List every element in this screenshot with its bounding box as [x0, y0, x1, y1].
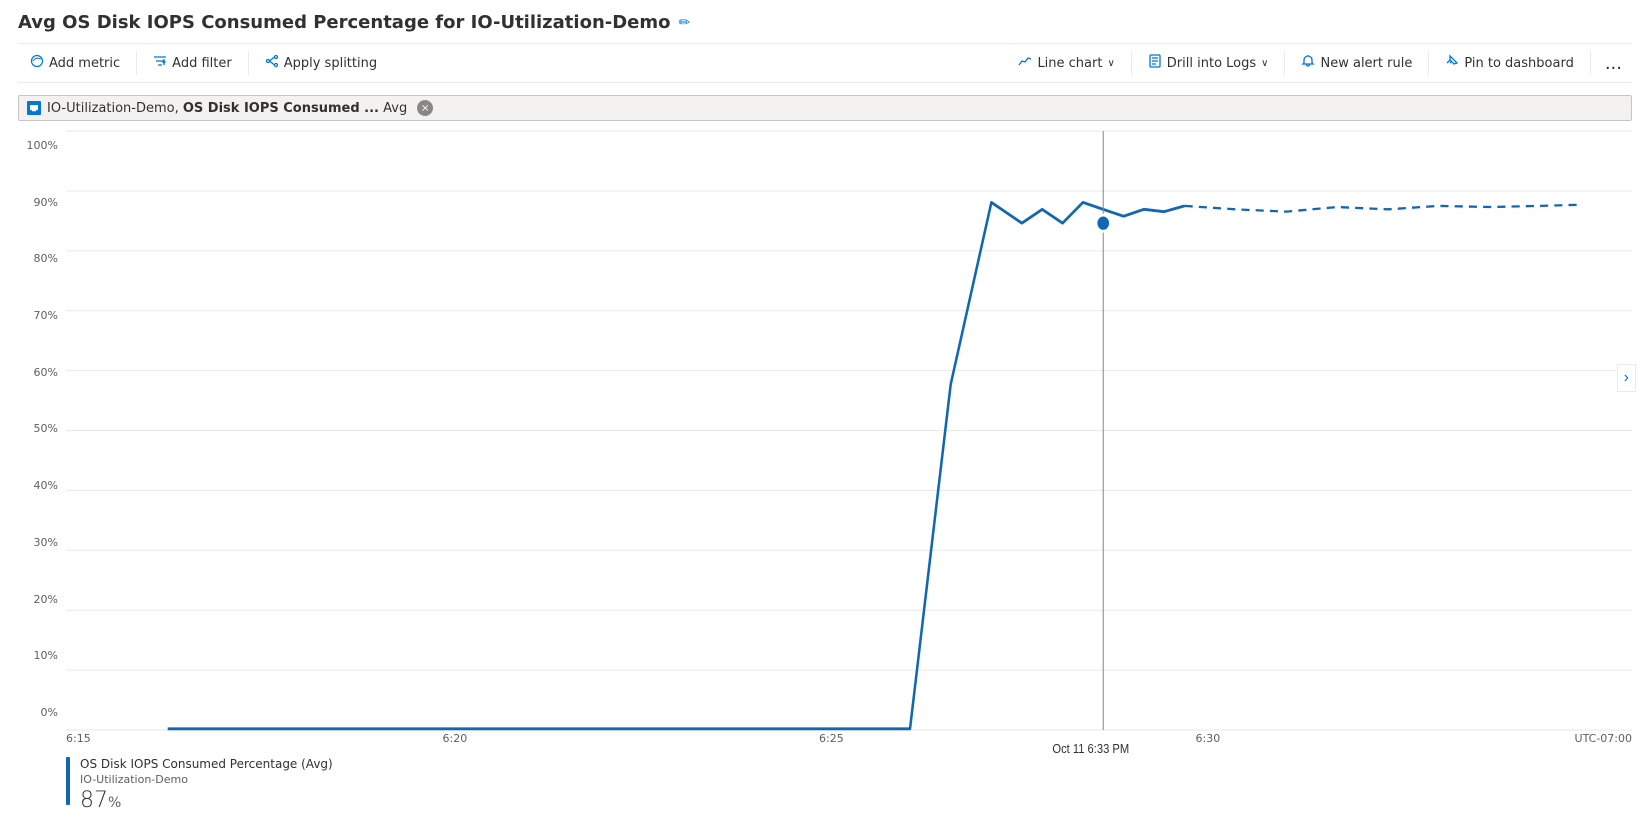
toolbar-right: Line chart ∨ Drill into Logs ∨ New alert… — [1006, 48, 1632, 78]
drill-logs-chevron: ∨ — [1261, 58, 1268, 69]
new-alert-label: New alert rule — [1320, 56, 1412, 71]
chart-area: 100% 90% 80% 70% 60% 50% 40% 30% 20% 10%… — [18, 131, 1632, 749]
legend-value: 87% — [80, 788, 333, 813]
metric-tag-close-button[interactable]: × — [417, 100, 433, 116]
add-filter-icon — [153, 54, 167, 72]
new-alert-icon — [1301, 54, 1315, 72]
y-label-10: 10% — [34, 649, 58, 662]
line-chart-icon — [1018, 54, 1032, 72]
metric-tag: IO-Utilization-Demo, OS Disk IOPS Consum… — [18, 95, 1632, 121]
y-label-50: 50% — [34, 422, 58, 435]
y-label-90: 90% — [34, 196, 58, 209]
add-filter-label: Add filter — [172, 56, 232, 71]
x-label-620: 6:20 — [443, 732, 468, 745]
pin-dashboard-label: Pin to dashboard — [1464, 56, 1574, 71]
edit-icon[interactable]: ✏ — [679, 15, 691, 31]
pin-icon — [1445, 54, 1459, 72]
apply-splitting-icon — [265, 54, 279, 72]
apply-splitting-label: Apply splitting — [284, 56, 377, 71]
line-chart-label: Line chart — [1037, 56, 1102, 71]
add-metric-label: Add metric — [49, 56, 120, 71]
separator-5 — [1428, 51, 1429, 75]
metric-tag-text: IO-Utilization-Demo, OS Disk IOPS Consum… — [47, 101, 407, 116]
legend-subtitle: IO-Utilization-Demo — [80, 773, 333, 786]
metric-name: OS Disk IOPS Consumed ... — [183, 101, 379, 116]
y-label-80: 80% — [34, 252, 58, 265]
x-label-625: 6:25 — [819, 732, 844, 745]
y-label-60: 60% — [34, 366, 58, 379]
metric-aggregation: Avg — [383, 101, 407, 116]
drill-logs-button[interactable]: Drill into Logs ∨ — [1136, 48, 1281, 78]
tooltip-dot — [1096, 215, 1110, 231]
legend-area: OS Disk IOPS Consumed Percentage (Avg) I… — [18, 749, 1632, 817]
more-button[interactable]: ... — [1595, 49, 1632, 78]
add-metric-icon — [30, 54, 44, 72]
x-label-615: 6:15 — [66, 732, 91, 745]
chart-inner: Oct 11 6:33 PM 6:15 6:20 6:25 6:30 UTC-0… — [66, 131, 1632, 749]
x-label-630: 6:30 — [1196, 732, 1221, 745]
y-label-100: 100% — [27, 139, 58, 152]
y-axis: 100% 90% 80% 70% 60% 50% 40% 30% 20% 10%… — [18, 131, 66, 749]
line-chart-button[interactable]: Line chart ∨ — [1006, 48, 1126, 78]
toolbar: Add metric Add filter Apply splitting Li… — [18, 43, 1632, 83]
page-title: Avg OS Disk IOPS Consumed Percentage for… — [18, 12, 671, 33]
vm-icon — [27, 101, 41, 115]
separator-4 — [1284, 51, 1285, 75]
legend-info: OS Disk IOPS Consumed Percentage (Avg) I… — [80, 757, 333, 813]
y-label-70: 70% — [34, 309, 58, 322]
timezone-label: UTC-07:00 — [1575, 732, 1632, 745]
separator-1 — [136, 51, 137, 75]
legend-bar — [66, 757, 70, 805]
y-label-30: 30% — [34, 536, 58, 549]
new-alert-button[interactable]: New alert rule — [1289, 48, 1424, 78]
expand-button[interactable]: › — [1617, 364, 1636, 392]
chart-svg: Oct 11 6:33 PM — [66, 131, 1632, 730]
more-label: ... — [1605, 53, 1622, 74]
apply-splitting-button[interactable]: Apply splitting — [253, 48, 389, 78]
y-label-0: 0% — [41, 706, 58, 719]
chart-svg-wrap: Oct 11 6:33 PM — [66, 131, 1632, 730]
legend-title: OS Disk IOPS Consumed Percentage (Avg) — [80, 757, 333, 771]
x-axis: 6:15 6:20 6:25 6:30 UTC-07:00 — [66, 730, 1632, 749]
line-chart-chevron: ∨ — [1107, 58, 1114, 69]
legend-unit: % — [108, 795, 121, 811]
add-filter-button[interactable]: Add filter — [141, 48, 244, 78]
separator-6 — [1590, 51, 1591, 75]
chart-line-solid — [168, 202, 1185, 728]
y-label-40: 40% — [34, 479, 58, 492]
drill-logs-label: Drill into Logs — [1167, 56, 1256, 71]
metric-device: IO-Utilization-Demo — [47, 101, 175, 116]
separator-2 — [248, 51, 249, 75]
y-label-20: 20% — [34, 593, 58, 606]
add-metric-button[interactable]: Add metric — [18, 48, 132, 78]
chart-line-dashed — [1185, 205, 1582, 212]
drill-logs-icon — [1148, 54, 1162, 72]
pin-dashboard-button[interactable]: Pin to dashboard — [1433, 48, 1586, 78]
separator-3 — [1131, 51, 1132, 75]
